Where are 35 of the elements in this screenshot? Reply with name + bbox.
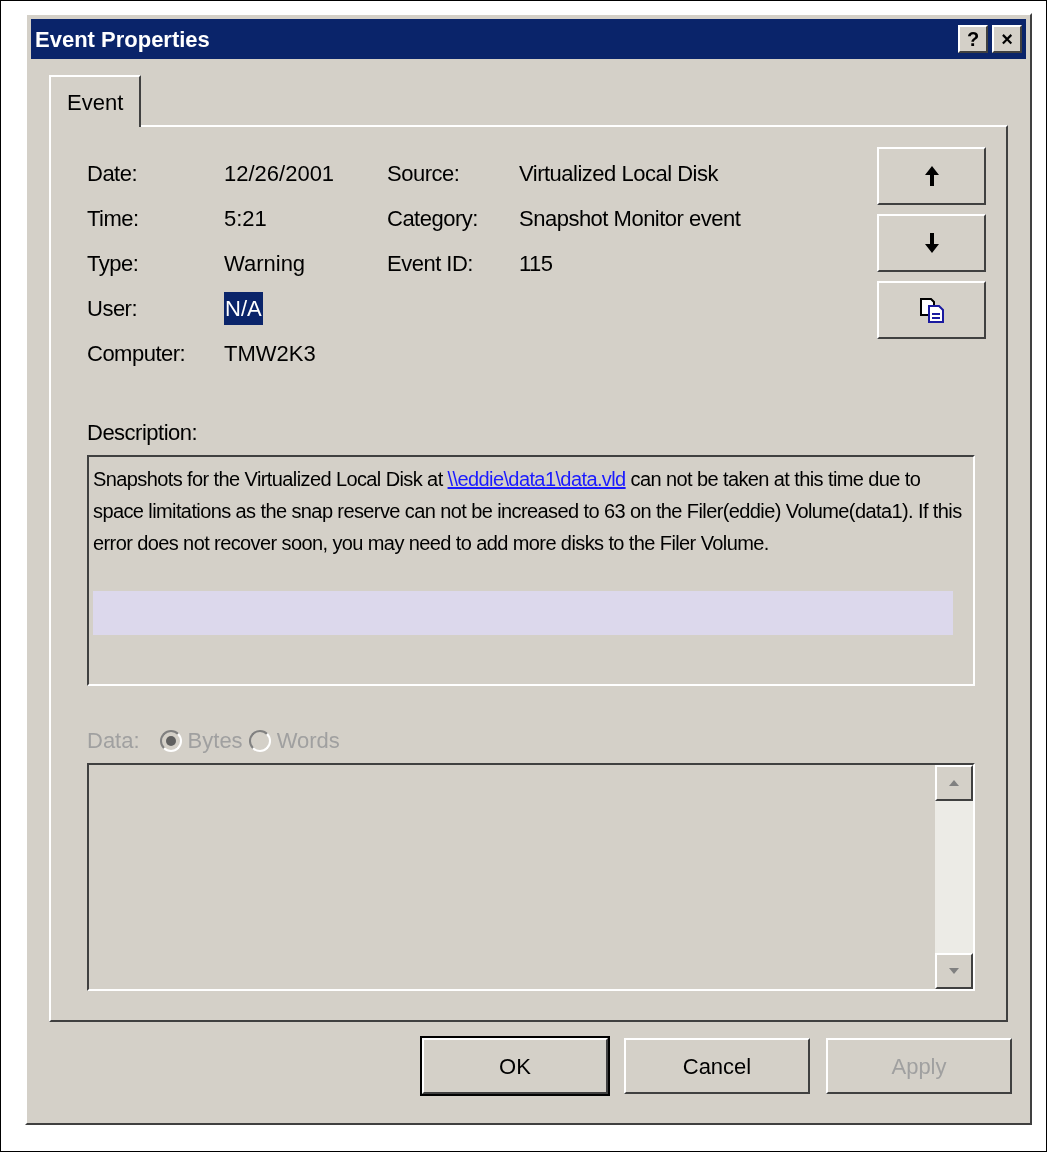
scroll-up-button[interactable] [935,765,973,801]
field-value: 5:21 [224,205,267,233]
description-label: Description: [87,419,199,447]
caret-up-icon [949,780,959,786]
dialog-button[interactable]: Cancel [624,1038,810,1094]
field-value: TMW2K3 [224,340,316,368]
field-value: Virtualized Local Disk [519,160,718,188]
previous-button[interactable] [877,147,986,205]
dialog-button[interactable]: OK [422,1038,608,1094]
field-value: 12/26/2001 [224,160,335,188]
field-label: Type: [87,250,140,278]
file-path-link[interactable]: \\eddie\data1\data.vld [447,468,626,490]
close-button[interactable]: × [992,25,1022,53]
field-label: User: [87,295,139,323]
field-label: Computer: [87,340,187,368]
arrow-up-icon [924,166,939,186]
field-value: N/A [224,292,263,325]
copy-icon [918,297,945,323]
caret-down-icon [949,968,959,974]
arrow-down-icon [924,233,939,253]
field-label: Category: [387,205,479,233]
help-button[interactable]: ? [958,25,988,53]
description-text: Snapshots for the Virtualized Local Disk at \\eddie\data1\data.vld can not be taken at this time due to space limitations as the snap reserve can not be increased to 63 on the Filer(eddie) Volume(data1). If this error does not recover soon, you may need to add more disks to the Filer Volume. [93,467,963,556]
field-label: Time: [87,205,140,233]
window-title: Event Properties [35,25,210,54]
next-button[interactable] [877,214,986,272]
scroll-down-button[interactable] [935,953,973,989]
field-value: Snapshot Monitor event [519,205,741,233]
field-value: 115 [519,250,553,278]
field-label: Event ID: [387,250,474,278]
field-value: Warning [224,250,306,278]
field-label: Date: [87,160,139,188]
tab[interactable]: Event [49,75,142,127]
field-label: Source: [387,160,461,188]
copy-button[interactable] [877,281,986,339]
